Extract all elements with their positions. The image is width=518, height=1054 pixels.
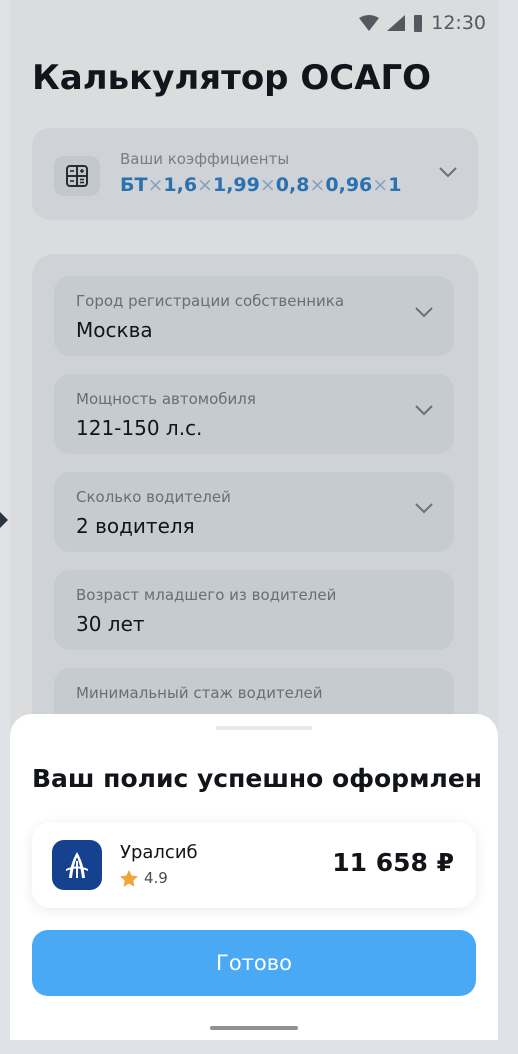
side-arrow-icon xyxy=(0,512,8,528)
policy-price: 11 658 ₽ xyxy=(332,848,454,877)
rating-value: 4.9 xyxy=(144,869,168,887)
phone-screen: 12:30 Калькулятор ОСАГО Ваши коэффициент… xyxy=(10,0,498,1040)
insurer-rating: 4.9 xyxy=(120,869,168,887)
success-bottom-sheet: Ваш полис успешно оформлен Уралсиб 4.9 1… xyxy=(10,714,498,1040)
done-button[interactable]: Готово xyxy=(32,930,476,996)
policy-card: Уралсиб 4.9 11 658 ₽ xyxy=(32,822,476,908)
star-icon xyxy=(120,869,138,887)
uralsib-logo-icon xyxy=(52,840,102,890)
sheet-title: Ваш полис успешно оформлен xyxy=(32,764,483,793)
sheet-drag-handle[interactable] xyxy=(216,726,312,730)
home-indicator xyxy=(210,1026,298,1030)
insurer-name: Уралсиб xyxy=(120,842,198,863)
